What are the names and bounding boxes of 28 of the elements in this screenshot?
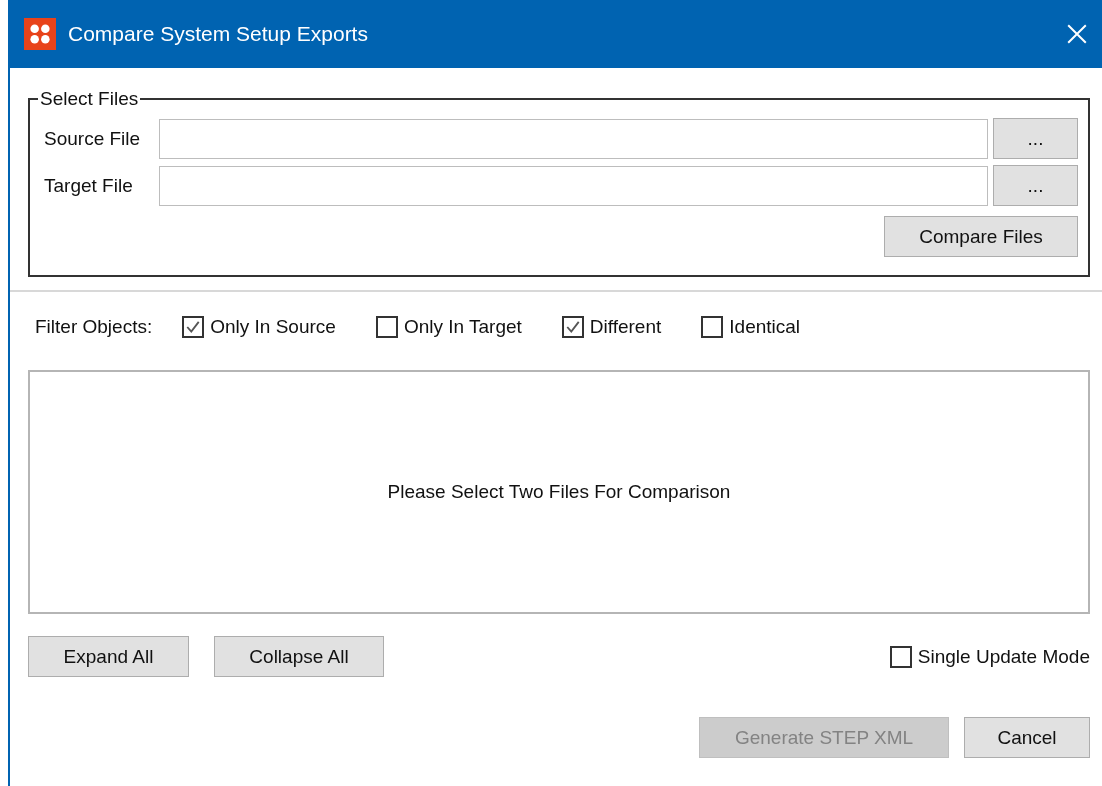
checkbox-label[interactable]: Identical xyxy=(729,316,801,338)
checkbox[interactable] xyxy=(561,316,584,338)
field-label: Target File xyxy=(44,174,134,197)
close-icon[interactable] xyxy=(1066,23,1088,45)
checkbox-label[interactable]: Only In Source xyxy=(210,316,336,338)
checkbox[interactable] xyxy=(375,316,398,338)
browse-button[interactable]: ... xyxy=(993,165,1078,206)
checkbox[interactable] xyxy=(182,316,205,338)
filter-label: Filter Objects: xyxy=(35,316,153,338)
checkbox-label[interactable]: Different xyxy=(589,316,662,338)
empty-message: Please Select Two Files For Comparison xyxy=(387,481,731,503)
app-icon xyxy=(24,18,56,50)
field-label: Source File xyxy=(44,127,142,150)
tree-button[interactable]: Collapse All xyxy=(214,636,384,677)
checkbox[interactable] xyxy=(889,645,912,668)
file-path-field[interactable] xyxy=(159,165,988,206)
tree-button[interactable]: Expand All xyxy=(28,636,189,677)
window-title: Compare System Setup Exports xyxy=(68,22,369,46)
checkbox-label[interactable]: Only In Target xyxy=(403,316,522,338)
checkbox-label[interactable]: Single Update Mode xyxy=(917,645,1090,668)
checkmark-icon xyxy=(185,319,202,335)
group-label: Select Files xyxy=(39,88,140,110)
checkbox[interactable] xyxy=(701,316,724,338)
file-path-field[interactable] xyxy=(159,118,988,159)
checkmark-icon xyxy=(564,319,581,335)
browse-button[interactable]: ... xyxy=(993,118,1078,159)
dialog-button[interactable]: Cancel xyxy=(964,717,1090,758)
compare-files-button[interactable]: Compare Files xyxy=(884,216,1078,257)
